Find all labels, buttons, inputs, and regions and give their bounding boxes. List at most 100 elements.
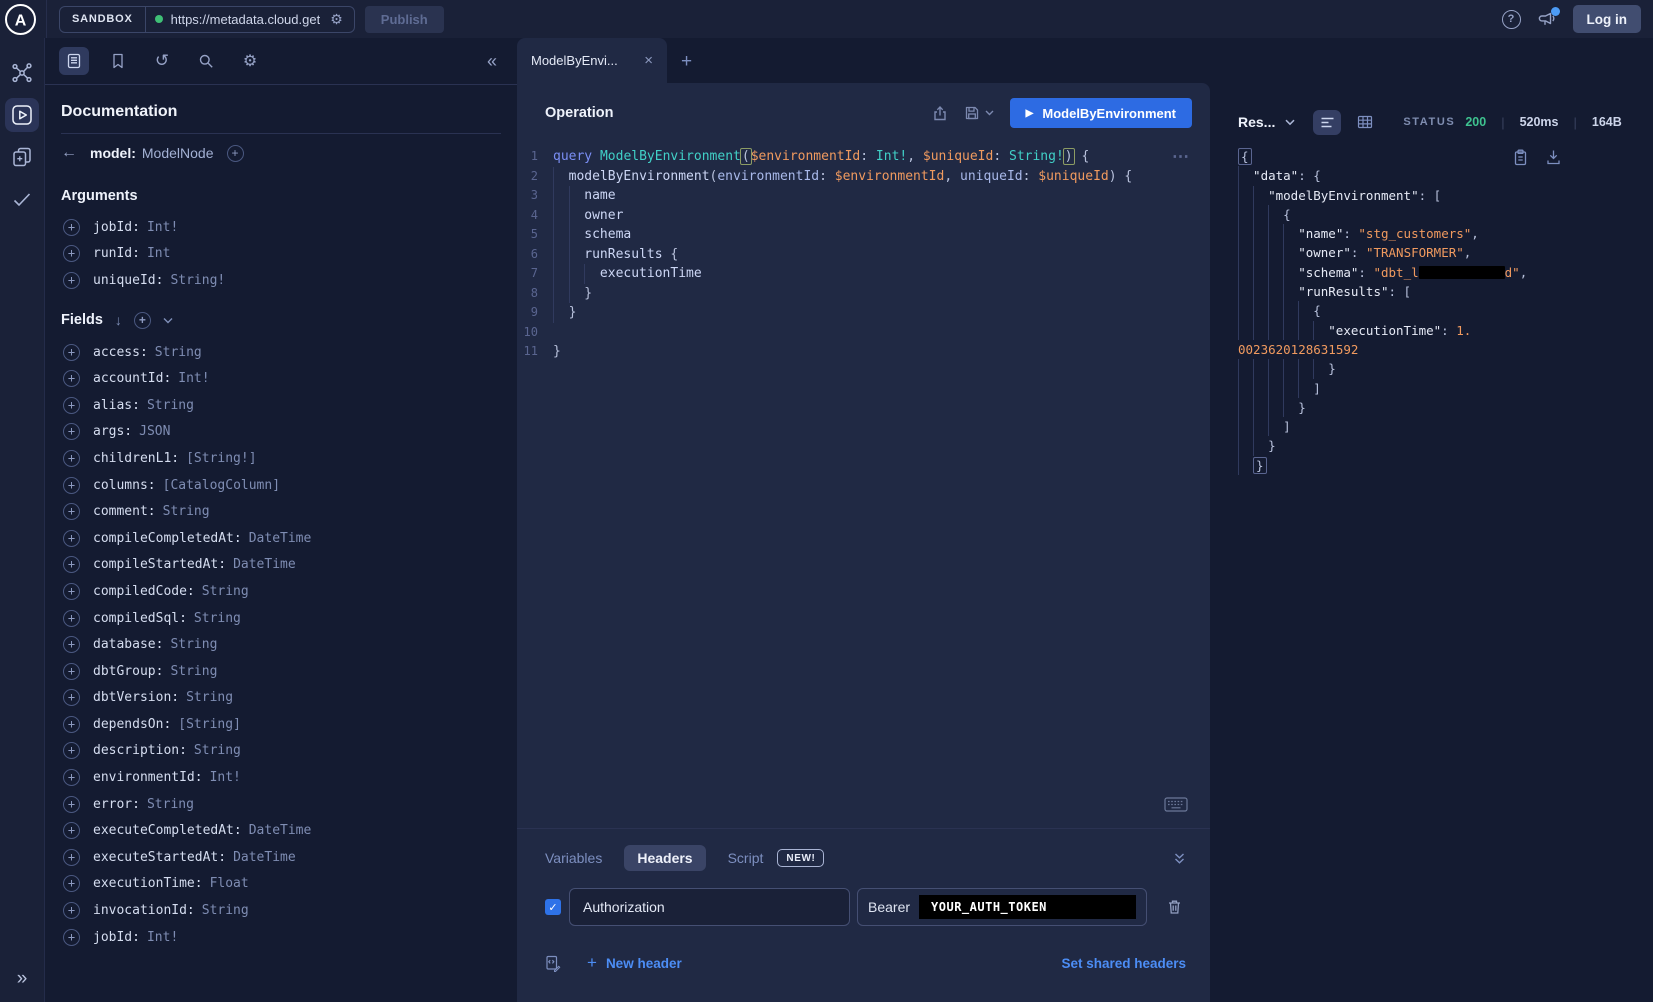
endpoint-url[interactable]: https://metadata.cloud.get: [171, 12, 321, 27]
code-line[interactable]: 9}: [517, 303, 1210, 323]
keyboard-shortcuts-icon[interactable]: [1164, 797, 1188, 812]
add-to-query-icon[interactable]: +: [227, 145, 244, 162]
save-options-chevron-icon[interactable]: [985, 110, 994, 116]
field-type: JSON: [139, 424, 170, 439]
add-to-query-icon[interactable]: +: [63, 849, 80, 866]
tab-script[interactable]: Script: [728, 850, 764, 866]
sort-fields-icon[interactable]: ↓: [115, 312, 122, 328]
code-line[interactable]: 6runResults {: [517, 245, 1210, 265]
explorer-play-icon[interactable]: [5, 98, 39, 132]
close-tab-icon[interactable]: ×: [644, 52, 653, 69]
add-to-query-icon[interactable]: +: [63, 245, 80, 262]
table-view-toggle-icon[interactable]: [1351, 110, 1379, 135]
add-to-query-icon[interactable]: +: [63, 397, 80, 414]
code-line[interactable]: 2modelByEnvironment(environmentId: $envi…: [517, 167, 1210, 187]
checklist-icon[interactable]: [5, 182, 39, 216]
operation-editor[interactable]: 1query ModelByEnvironment($environmentId…: [517, 143, 1210, 828]
add-to-query-icon[interactable]: +: [63, 716, 80, 733]
operation-tab[interactable]: ModelByEnvi... ×: [517, 38, 667, 83]
login-button[interactable]: Log in: [1573, 5, 1642, 33]
tab-headers[interactable]: Headers: [624, 845, 705, 871]
endpoint-url-box[interactable]: https://metadata.cloud.get ⚙: [146, 11, 354, 28]
bookmark-icon[interactable]: [103, 47, 133, 75]
add-to-query-icon[interactable]: +: [63, 370, 80, 387]
share-icon[interactable]: [932, 105, 948, 122]
response-title[interactable]: Res...: [1238, 114, 1275, 130]
add-to-query-icon[interactable]: +: [63, 450, 80, 467]
delete-header-icon[interactable]: [1167, 899, 1182, 915]
response-line: "data": {: [1238, 166, 1653, 185]
add-to-query-icon[interactable]: +: [63, 556, 80, 573]
add-to-query-icon[interactable]: +: [63, 875, 80, 892]
expand-rail-icon[interactable]: »: [17, 968, 28, 990]
code-line[interactable]: 8}: [517, 284, 1210, 304]
indent-guide: [1253, 301, 1268, 320]
line-content: owner: [553, 206, 623, 226]
collapse-panel-icon[interactable]: «: [487, 51, 497, 72]
editor-more-icon[interactable]: ⋯: [1172, 147, 1190, 167]
add-to-query-icon[interactable]: +: [63, 503, 80, 520]
app-window: A SANDBOX https://metadata.cloud.get ⚙ P…: [0, 0, 1653, 1002]
history-icon[interactable]: ↺: [147, 47, 177, 75]
code-line[interactable]: 3name: [517, 186, 1210, 206]
header-key-input[interactable]: [569, 888, 850, 926]
schema-graph-icon[interactable]: [5, 56, 39, 90]
endpoint-settings-gear-icon[interactable]: ⚙: [328, 11, 345, 28]
announcements-megaphone-icon[interactable]: [1537, 10, 1557, 29]
header-enabled-checkbox[interactable]: ✓: [545, 899, 561, 915]
add-to-query-icon[interactable]: +: [63, 663, 80, 680]
add-to-query-icon[interactable]: +: [63, 583, 80, 600]
code-line[interactable]: 1query ModelByEnvironment($environmentId…: [517, 147, 1210, 167]
add-to-query-icon[interactable]: +: [63, 530, 80, 547]
new-header-button[interactable]: + New header: [587, 953, 682, 973]
header-value-field[interactable]: Bearer YOUR_AUTH_TOKEN: [857, 888, 1147, 926]
add-to-query-icon[interactable]: +: [63, 929, 80, 946]
add-all-fields-icon[interactable]: +: [134, 312, 151, 329]
code-line[interactable]: 11}: [517, 342, 1210, 362]
field-type: DateTime: [249, 823, 312, 838]
run-operation-button[interactable]: ▶ ModelByEnvironment: [1010, 98, 1192, 128]
tab-variables[interactable]: Variables: [545, 850, 602, 866]
add-to-query-icon[interactable]: +: [63, 902, 80, 919]
token: 0023620128631592: [1238, 342, 1358, 357]
breadcrumb-type[interactable]: ModelNode: [142, 145, 214, 161]
collapse-section-icon[interactable]: [1173, 852, 1186, 865]
save-icon[interactable]: [964, 105, 980, 121]
add-to-query-icon[interactable]: +: [63, 423, 80, 440]
add-to-query-icon[interactable]: +: [63, 477, 80, 494]
add-to-query-icon[interactable]: +: [63, 769, 80, 786]
set-shared-headers-link[interactable]: Set shared headers: [1061, 956, 1186, 971]
token: ,: [944, 169, 960, 184]
operation-collection-icon[interactable]: [5, 140, 39, 174]
new-tab-icon[interactable]: +: [681, 51, 692, 73]
add-to-query-icon[interactable]: +: [63, 689, 80, 706]
apollo-logo-icon[interactable]: A: [2, 1, 38, 37]
add-to-query-icon[interactable]: +: [63, 344, 80, 361]
settings-gear-icon[interactable]: ⚙: [235, 47, 265, 75]
download-response-icon[interactable]: [1546, 149, 1561, 166]
add-to-query-icon[interactable]: +: [63, 610, 80, 627]
publish-button[interactable]: Publish: [365, 6, 444, 33]
search-icon[interactable]: [191, 47, 221, 75]
help-icon[interactable]: ?: [1502, 10, 1521, 29]
chevron-down-icon[interactable]: [163, 317, 173, 324]
back-arrow-icon[interactable]: ←: [61, 144, 77, 162]
add-to-query-icon[interactable]: +: [63, 219, 80, 236]
code-line[interactable]: 10: [517, 323, 1210, 343]
copy-response-icon[interactable]: [1513, 149, 1528, 166]
add-to-query-icon[interactable]: +: [63, 272, 80, 289]
code-line[interactable]: 4owner: [517, 206, 1210, 226]
code-line[interactable]: 5schema: [517, 225, 1210, 245]
code-line[interactable]: 7executionTime: [517, 264, 1210, 284]
edit-headers-as-json-icon[interactable]: [545, 955, 561, 972]
response-dropdown-chevron-icon[interactable]: [1285, 119, 1295, 126]
add-to-query-icon[interactable]: +: [63, 796, 80, 813]
field-row: +access:String: [61, 339, 501, 366]
add-to-query-icon[interactable]: +: [63, 742, 80, 759]
auth-token-value[interactable]: YOUR_AUTH_TOKEN: [919, 895, 1136, 919]
add-to-query-icon[interactable]: +: [63, 822, 80, 839]
raw-view-toggle-icon[interactable]: [1313, 110, 1341, 135]
add-to-query-icon[interactable]: +: [63, 636, 80, 653]
response-panel: Res... STATUS: [1228, 38, 1653, 1002]
documentation-tab-icon[interactable]: [59, 47, 89, 75]
